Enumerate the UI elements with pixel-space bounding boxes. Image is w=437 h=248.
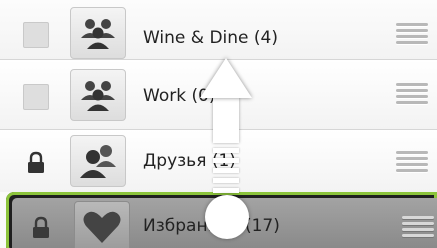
drag-handle-icon[interactable] [402,215,434,237]
group-people-icon [70,69,126,121]
group-list: Wine & Dine (4) Work (0) Друзья (1) Избр… [0,0,437,248]
group-name: Избранное (17) [143,216,280,236]
friends-people-icon [70,135,126,187]
group-name: Work (0) [143,86,216,106]
select-checkbox[interactable] [23,84,49,110]
heart-icon [74,201,130,248]
list-item-friends[interactable]: Друзья (1) [0,130,437,192]
group-name: Wine & Dine (4) [143,28,278,48]
select-checkbox[interactable] [23,22,49,48]
dragging-row-body: Избранное (17) [12,198,437,248]
drag-handle-icon[interactable] [396,150,428,172]
list-item-wine-dine[interactable]: Wine & Dine (4) [0,0,437,60]
lock-icon [23,150,49,176]
list-item-work[interactable]: Work (0) [0,60,437,130]
group-people-icon [70,7,126,59]
group-name: Друзья (1) [143,151,236,171]
drag-handle-icon[interactable] [396,82,428,104]
list-item-favorites-dragging[interactable]: Избранное (17) [6,192,437,248]
drag-handle-icon[interactable] [396,22,428,44]
lock-icon [28,215,54,241]
